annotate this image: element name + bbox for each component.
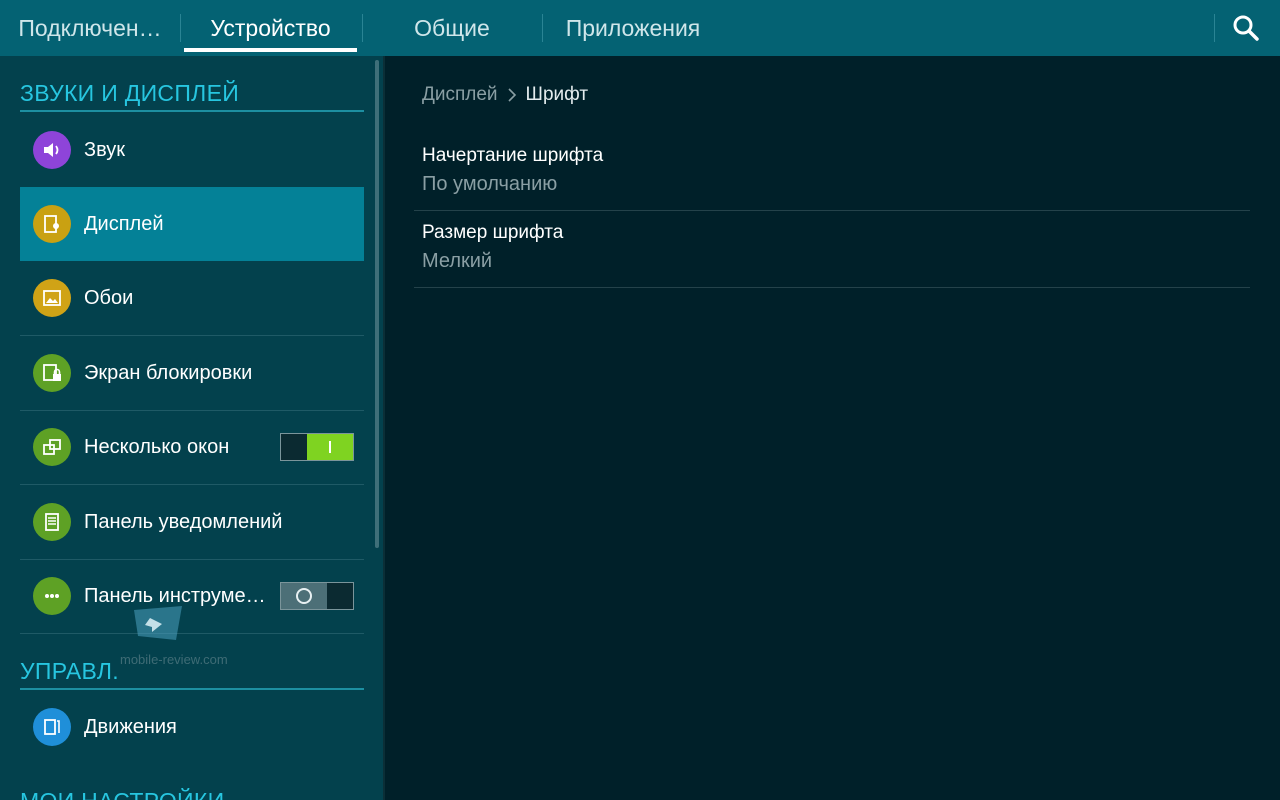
tab-general[interactable]: Общие <box>400 0 504 56</box>
watermark-logo-icon <box>134 606 182 640</box>
tab-label: Устройство <box>210 14 331 41</box>
list-item-motions[interactable]: Движения <box>20 690 364 764</box>
list-item-multi-window[interactable]: Несколько окон <box>20 410 364 485</box>
breadcrumb-parent[interactable]: Дисплей <box>422 84 498 106</box>
detail-pane: Дисплей Шрифт Начертание шрифта По умолч… <box>385 56 1280 800</box>
tab-label: Подключен… <box>18 14 162 41</box>
list-item-label: Звук <box>84 138 126 161</box>
list-item-lock-screen[interactable]: Экран блокировки <box>20 336 364 411</box>
list-item-toolbox[interactable]: Панель инструме… <box>20 559 364 634</box>
toolbox-icon <box>33 577 71 615</box>
list-item-label: Дисплей <box>84 212 164 235</box>
list-item-label: Несколько окон <box>84 435 230 458</box>
display-icon <box>33 205 71 243</box>
section-header-sounds-display: ЗВУКИ И ДИСПЛЕЙ <box>20 80 364 112</box>
tab-divider <box>362 14 363 42</box>
tab-connections[interactable]: Подключен… <box>16 0 164 56</box>
breadcrumb-current: Шрифт <box>525 84 589 105</box>
toggle-knob <box>281 583 327 609</box>
tab-divider <box>180 14 181 42</box>
list-item-display[interactable]: Дисплей <box>20 187 364 261</box>
top-tab-bar: Подключен… Устройство Общие Приложения <box>0 0 1280 56</box>
tab-label: Приложения <box>565 14 701 41</box>
tab-divider <box>1214 14 1215 42</box>
setting-font-size[interactable]: Размер шрифта Мелкий <box>414 210 1250 288</box>
lock-screen-icon <box>33 354 71 392</box>
tab-device[interactable]: Устройство <box>184 0 357 56</box>
notification-panel-icon <box>33 503 71 541</box>
chevron-right-icon <box>507 88 516 102</box>
setting-value: По умолчанию <box>422 173 558 195</box>
multi-window-toggle[interactable] <box>280 433 354 461</box>
wallpaper-icon <box>33 279 71 317</box>
list-item-sound[interactable]: Звук <box>20 113 364 188</box>
setting-font-style[interactable]: Начертание шрифта По умолчанию <box>414 133 1250 211</box>
search-button[interactable] <box>1230 12 1262 44</box>
setting-title: Размер шрифта <box>422 222 564 243</box>
setting-value: Мелкий <box>422 250 493 272</box>
toolbox-toggle[interactable] <box>280 582 354 610</box>
watermark-text: mobile-review.com <box>120 652 228 667</box>
list-item-label: Экран блокировки <box>84 361 253 384</box>
search-icon <box>1233 15 1259 41</box>
speaker-icon <box>33 131 71 169</box>
tab-label: Общие <box>414 14 490 41</box>
list-item-wallpaper[interactable]: Обои <box>20 261 364 336</box>
multi-window-icon <box>33 428 71 466</box>
tab-applications[interactable]: Приложения <box>556 0 710 56</box>
list-item-label: Панель уведомлений <box>84 510 283 533</box>
list-item-label: Обои <box>84 286 134 309</box>
list-item-label: Движения <box>84 715 177 738</box>
settings-category-list[interactable]: ЗВУКИ И ДИСПЛЕЙ Звук Дисплей Обои Экран … <box>0 56 383 800</box>
motion-icon <box>33 708 71 746</box>
list-scrollbar[interactable] <box>375 60 379 548</box>
setting-title: Начертание шрифта <box>422 145 604 166</box>
breadcrumb: Дисплей Шрифт <box>422 84 588 106</box>
active-tab-indicator <box>184 48 357 52</box>
section-header-my-settings: МОИ НАСТРОЙКИ <box>20 788 364 800</box>
list-item-notification-panel[interactable]: Панель уведомлений <box>20 485 364 560</box>
tab-divider <box>542 14 543 42</box>
toggle-knob <box>307 434 353 460</box>
